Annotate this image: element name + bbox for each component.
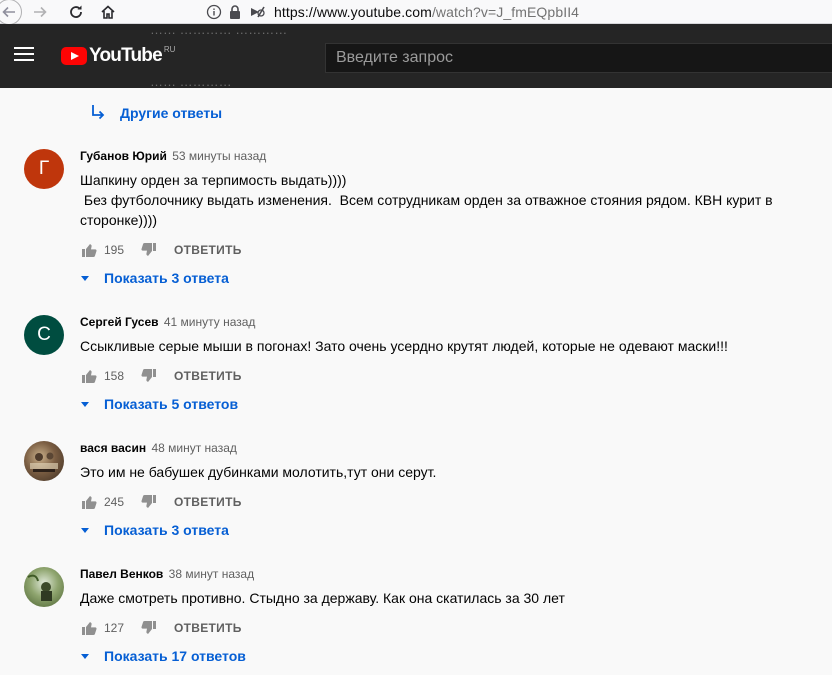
reply-button[interactable]: ОТВЕТИТЬ [174,243,242,257]
avatar[interactable]: С [24,315,64,355]
logo-region: RU [163,45,176,54]
menu-button[interactable] [12,44,36,68]
comment-actions: 245 ОТВЕТИТЬ [80,490,800,514]
reply-button[interactable]: ОТВЕТИТЬ [174,495,242,509]
show-replies-label: Показать 3 ответа [104,522,229,538]
forward-button[interactable] [26,0,54,24]
youtube-play-icon [61,47,87,65]
url-host: https://www.youtube.com [274,4,432,20]
show-replies-button[interactable]: Показать 3 ответа [80,522,800,538]
reload-button[interactable] [62,0,90,24]
thumbs-up-icon[interactable] [81,620,97,636]
thumbs-down-icon[interactable] [141,242,157,258]
browser-toolbar: https://www.youtube.com/watch?v=J_fmEQpb… [0,0,832,25]
more-replies-label: Другие ответы [120,105,223,121]
thumbs-down-icon[interactable] [141,368,157,384]
reply-button[interactable]: ОТВЕТИТЬ [174,621,242,635]
like-count: 158 [104,369,125,383]
youtube-logo[interactable]: YouTube RU [61,45,176,66]
avatar-letter: С [37,324,51,345]
show-replies-label: Показать 17 ответов [104,648,246,664]
autoplay-blocked-icon[interactable] [248,4,266,20]
comment-actions: 158 ОТВЕТИТЬ [80,364,800,388]
avatar-photo-icon [27,574,52,601]
comment-author[interactable]: Губанов Юрий [80,149,167,163]
thumbs-down-icon[interactable] [141,620,157,636]
url-path: /watch?v=J_fmEQpbII4 [431,4,580,20]
reload-icon [70,5,82,18]
reply-arrow-icon [92,105,105,120]
comment-text: Шапкину орден за терпимость выдать)))) Б… [80,172,773,228]
avatar[interactable] [24,567,64,607]
avatar[interactable] [24,441,64,481]
comment-actions: 127 ОТВЕТИТЬ [80,616,800,640]
show-replies-button[interactable]: Показать 5 ответов [80,396,800,412]
show-replies-label: Показать 3 ответа [104,270,229,286]
home-button[interactable] [94,0,122,24]
caret-down-icon [81,401,89,407]
more-replies-link[interactable]: Другие ответы [90,104,222,122]
like-count: 195 [104,243,125,257]
comment-time[interactable]: 41 минуту назад [164,315,256,329]
comment-actions: 195 ОТВЕТИТЬ [80,238,800,262]
logo-text: YouTube [89,45,163,66]
avatar-photo-icon [30,452,58,472]
youtube-masthead: …… ………… ………… …… ………… YouTube RU [0,22,832,89]
comment-text: Ссыкливые серые мыши в погонах! Зато оче… [80,338,728,354]
comment-time[interactable]: 48 минут назад [151,441,236,455]
avatar[interactable]: Г [24,149,64,189]
arrow-left-icon [2,6,15,17]
caret-down-icon [81,653,89,659]
show-replies-button[interactable]: Показать 17 ответов [80,648,800,664]
comment-author[interactable]: Павел Венков [80,567,163,581]
url-text: https://www.youtube.com/watch?v=J_fmEQpb… [274,4,579,20]
search-input[interactable] [336,49,832,67]
caret-down-icon [81,275,89,281]
like-count: 245 [104,495,125,509]
arrow-right-icon [34,6,47,17]
show-replies-label: Показать 5 ответов [104,396,239,412]
address-bar[interactable]: https://www.youtube.com/watch?v=J_fmEQpb… [206,0,579,24]
comment-time[interactable]: 38 минут назад [169,567,254,581]
comment-author[interactable]: вася васин [80,441,146,455]
thumbs-up-icon[interactable] [81,494,97,510]
hamburger-icon [12,47,36,61]
thumbs-down-icon[interactable] [141,494,157,510]
info-icon[interactable] [206,4,222,20]
scrolled-text-behind-header: …… ………… ………… [150,22,288,37]
show-replies-button[interactable]: Показать 3 ответа [80,270,800,286]
reply-button[interactable]: ОТВЕТИТЬ [174,369,242,383]
scrolled-text-behind-header-bottom: …… ………… [150,74,232,89]
caret-down-icon [81,527,89,533]
avatar-letter: Г [38,158,50,179]
lock-icon[interactable] [228,4,242,20]
comment-author[interactable]: Сергей Гусев [80,315,159,329]
comment-time[interactable]: 53 минуты назад [172,149,266,163]
like-count: 127 [104,621,125,635]
comment-text: Даже смотреть противно. Стыдно за держав… [80,590,565,606]
search-box[interactable] [325,43,832,73]
back-button[interactable] [0,0,22,25]
home-icon [101,4,115,19]
comment-text: Это им не бабушек дубинками молотить,тут… [80,464,437,480]
thumbs-up-icon[interactable] [81,368,97,384]
thumbs-up-icon[interactable] [81,242,97,258]
